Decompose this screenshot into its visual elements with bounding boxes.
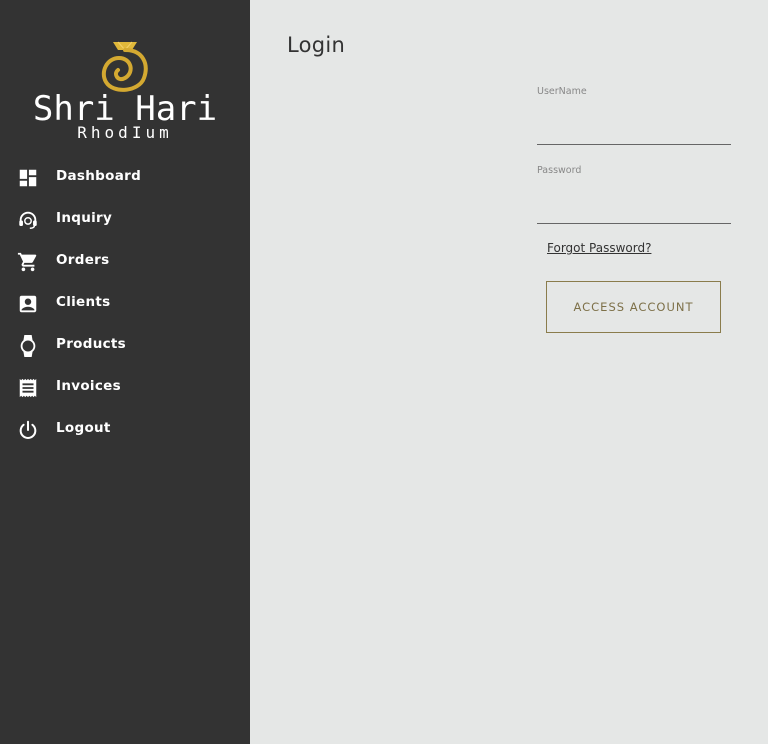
sidebar-item-label: Logout: [56, 420, 111, 436]
sidebar-item-label: Orders: [56, 252, 110, 268]
forgot-password-link[interactable]: Forgot Password?: [547, 241, 651, 255]
sidebar-item-label: Dashboard: [56, 168, 142, 184]
contact-icon: [17, 293, 39, 315]
page-title: Login: [287, 33, 346, 57]
watch-icon: [17, 335, 39, 357]
power-icon: [17, 419, 39, 441]
app-window: Shri Hari RhodIum Dashboard Inquiry Orde…: [0, 0, 768, 744]
brand-subtitle: RhodIum: [77, 123, 173, 142]
sidebar-item-orders[interactable]: Orders: [0, 240, 250, 282]
username-label: UserName: [537, 86, 587, 97]
password-input[interactable]: [537, 199, 731, 224]
sidebar-item-label: Invoices: [56, 378, 121, 394]
sidebar-item-label: Inquiry: [56, 210, 113, 226]
sidebar: Shri Hari RhodIum Dashboard Inquiry Orde…: [0, 0, 250, 744]
brand-logo: Shri Hari RhodIum: [0, 38, 250, 144]
sidebar-nav: Dashboard Inquiry Orders Clients Product…: [0, 156, 250, 450]
cart-icon: [17, 251, 39, 273]
dashboard-icon: [17, 167, 39, 189]
headset-icon: [17, 209, 39, 231]
sidebar-item-clients[interactable]: Clients: [0, 282, 250, 324]
username-input[interactable]: [537, 120, 731, 145]
sidebar-item-inquiry[interactable]: Inquiry: [0, 198, 250, 240]
sidebar-item-dashboard[interactable]: Dashboard: [0, 156, 250, 198]
sidebar-item-logout[interactable]: Logout: [0, 408, 250, 450]
brand-title: Shri Hari: [32, 89, 218, 129]
sidebar-item-invoices[interactable]: Invoices: [0, 366, 250, 408]
password-label: Password: [537, 165, 582, 176]
receipt-icon: [17, 377, 39, 399]
access-account-button[interactable]: ACCESS ACCOUNT: [546, 281, 721, 333]
sidebar-item-label: Products: [56, 336, 126, 352]
sidebar-item-label: Clients: [56, 294, 111, 310]
sidebar-item-products[interactable]: Products: [0, 324, 250, 366]
